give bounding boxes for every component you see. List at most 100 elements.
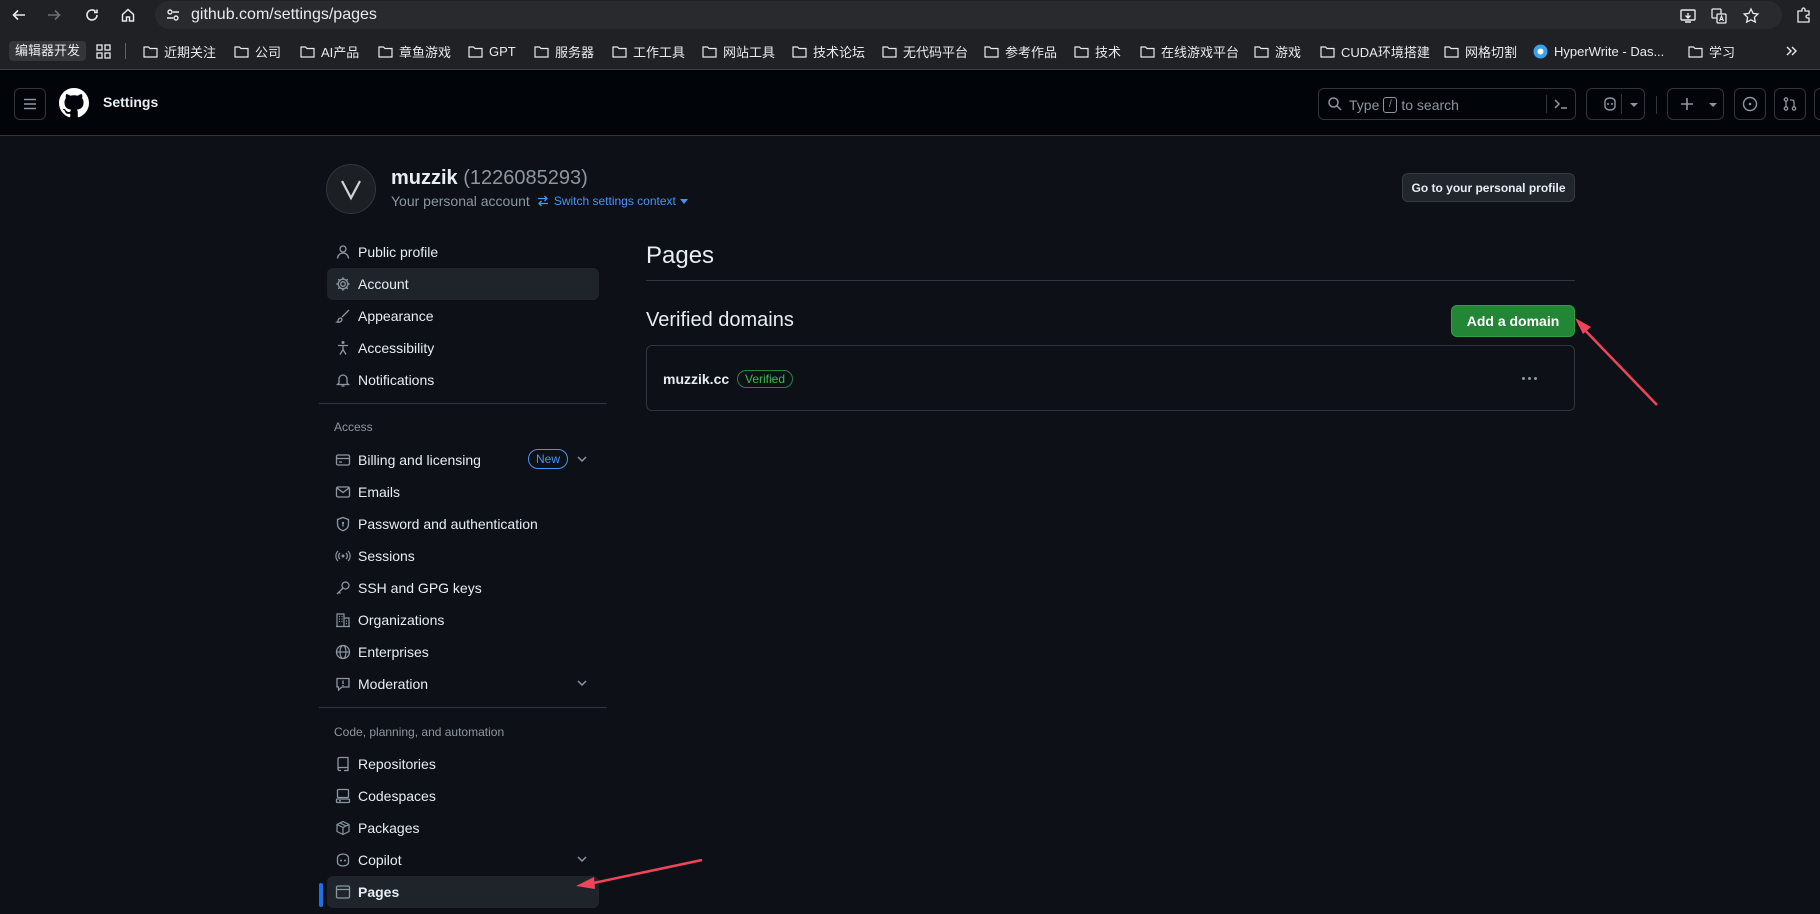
github-logo-icon[interactable] xyxy=(59,88,89,118)
arrow-switch-icon xyxy=(537,195,548,207)
sidebar-item-ssh-gpg[interactable]: SSH and GPG keys xyxy=(327,572,599,604)
switch-context-link[interactable]: Switch settings context xyxy=(536,194,688,208)
sidebar-item-pages[interactable]: Pages xyxy=(327,876,599,908)
bookmark-folder[interactable]: 学习 xyxy=(1688,41,1735,61)
bookmark-folder[interactable]: 近期关注 xyxy=(143,41,216,61)
folder-icon xyxy=(468,45,483,58)
bookmark-folder[interactable]: 无代码平台 xyxy=(882,41,968,61)
bookmark-folder[interactable]: 游戏 xyxy=(1254,41,1301,61)
bookmark-label: GPT xyxy=(489,43,516,59)
sidebar-item-account[interactable]: Account xyxy=(327,268,599,300)
chevron-down-icon xyxy=(577,856,587,863)
domain-name[interactable]: muzzik.cc xyxy=(663,371,729,387)
create-new-button[interactable] xyxy=(1667,88,1724,120)
bookmark-folder[interactable]: 公司 xyxy=(234,41,281,61)
sidebar-item-copilot[interactable]: Copilot xyxy=(327,844,599,876)
bookmark-hyperwrite[interactable]: HyperWrite - Das... xyxy=(1533,41,1664,61)
github-header: Settings Type / to search xyxy=(0,70,1820,136)
apps-grid-icon[interactable] xyxy=(96,41,111,61)
bookmark-folder[interactable]: 章鱼游戏 xyxy=(378,41,451,61)
bookmark-folder[interactable]: 技术 xyxy=(1074,41,1121,61)
install-app-icon[interactable] xyxy=(1677,5,1699,27)
avatar[interactable] xyxy=(326,164,376,214)
sidebar-item-label: Codespaces xyxy=(358,788,436,804)
account-subtitle: Your personal account Switch settings co… xyxy=(391,193,688,209)
bookmark-folder[interactable]: 工作工具 xyxy=(612,41,685,61)
more-bookmarks-icon[interactable] xyxy=(1784,41,1798,61)
bookmark-label: CUDA环境搭建 xyxy=(1341,44,1430,60)
more-options-button[interactable] xyxy=(1515,368,1543,388)
sidebar-item-label: Appearance xyxy=(358,308,434,324)
sidebar-item-sessions[interactable]: Sessions xyxy=(327,540,599,572)
bookmark-label: 在线游戏平台 xyxy=(1161,44,1240,60)
sidebar-item-label: Notifications xyxy=(358,372,435,388)
address-bar[interactable]: github.com/settings/pages xyxy=(155,1,1782,29)
translate-icon[interactable] xyxy=(1708,5,1730,27)
sidebar-item-moderation[interactable]: Moderation xyxy=(327,668,599,700)
add-domain-button[interactable]: Add a domain xyxy=(1451,305,1575,337)
chevron-down-icon xyxy=(1630,103,1638,107)
copilot-icon xyxy=(336,853,350,867)
go-to-profile-button[interactable]: Go to your personal profile xyxy=(1402,173,1575,202)
copilot-button[interactable] xyxy=(1586,88,1645,120)
forward-button[interactable] xyxy=(43,4,65,26)
account-id: (1226085293) xyxy=(463,167,588,189)
url-text[interactable]: github.com/settings/pages xyxy=(191,6,377,24)
sidebar-item-notifications[interactable]: Notifications xyxy=(327,364,599,396)
chevron-down-icon xyxy=(577,456,587,463)
bookmark-folder[interactable]: 参考作品 xyxy=(984,41,1057,61)
bookmark-folder[interactable]: AI产品 xyxy=(300,41,359,61)
header-title[interactable]: Settings xyxy=(103,94,158,110)
command-palette-icon[interactable] xyxy=(1553,96,1569,112)
folder-icon xyxy=(1254,45,1269,58)
sidebar-item-emails[interactable]: Emails xyxy=(327,476,599,508)
bookmark-label: 章鱼游戏 xyxy=(399,44,452,60)
sidebar-item-public-profile[interactable]: Public profile xyxy=(327,236,599,268)
sidebar-item-packages[interactable]: Packages xyxy=(327,812,599,844)
account-name[interactable]: muzzik (1226085293) xyxy=(391,167,588,190)
issues-button[interactable] xyxy=(1734,88,1766,120)
site-settings-icon[interactable] xyxy=(165,7,181,23)
bookmark-folder[interactable]: 服务器 xyxy=(534,41,594,61)
sidebar-item-repositories[interactable]: Repositories xyxy=(327,748,599,780)
pull-request-icon xyxy=(1783,97,1797,111)
hyperwrite-logo-icon xyxy=(1533,44,1548,58)
sidebar-item-accessibility[interactable]: Accessibility xyxy=(327,332,599,364)
pull-requests-button[interactable] xyxy=(1774,88,1806,120)
sidebar-item-password[interactable]: Password and authentication xyxy=(327,508,599,540)
bookmark-label: 网站工具 xyxy=(723,44,776,60)
extensions-icon[interactable] xyxy=(1793,4,1815,26)
reload-button[interactable] xyxy=(81,4,103,26)
sidebar-item-enterprises[interactable]: Enterprises xyxy=(327,636,599,668)
bookmark-item[interactable]: 编辑器开发 xyxy=(9,41,87,61)
bookmark-label: 网格切割 xyxy=(1465,44,1518,60)
back-button[interactable] xyxy=(8,4,30,26)
bookmark-label: 学习 xyxy=(1709,44,1736,60)
sidebar-item-codespaces[interactable]: Codespaces xyxy=(327,780,599,812)
search-input[interactable]: Type / to search xyxy=(1318,88,1576,120)
menu-button[interactable] xyxy=(14,88,46,120)
bookmark-folder[interactable]: CUDA环境搭建 xyxy=(1320,41,1430,61)
bookmark-folder[interactable]: 网格切割 xyxy=(1444,41,1517,61)
bookmark-folder[interactable]: 网站工具 xyxy=(702,41,775,61)
bookmark-label: 参考作品 xyxy=(1005,44,1058,60)
browser-toolbar: github.com/settings/pages xyxy=(0,0,1820,31)
sidebar-item-organizations[interactable]: Organizations xyxy=(327,604,599,636)
sidebar-item-label: Repositories xyxy=(358,756,436,772)
gear-icon xyxy=(336,277,350,291)
copilot-icon xyxy=(1603,97,1616,111)
bookmark-folder[interactable]: 技术论坛 xyxy=(792,41,865,61)
sidebar-item-appearance[interactable]: Appearance xyxy=(327,300,599,332)
hamburger-icon xyxy=(24,98,36,110)
bookmark-label: 技术 xyxy=(1095,44,1122,60)
bookmark-folder[interactable]: 在线游戏平台 xyxy=(1140,41,1239,61)
sidebar-item-label: Account xyxy=(358,276,409,292)
bookmark-folder[interactable]: GPT xyxy=(468,41,516,61)
paintbrush-icon xyxy=(335,309,350,323)
bookmark-star-icon[interactable] xyxy=(1740,5,1762,27)
key-icon xyxy=(336,581,350,595)
sidebar-item-billing[interactable]: Billing and licensing New xyxy=(327,444,599,476)
inbox-button[interactable] xyxy=(1814,88,1820,120)
home-button[interactable] xyxy=(117,4,139,26)
new-badge: New xyxy=(528,449,569,469)
